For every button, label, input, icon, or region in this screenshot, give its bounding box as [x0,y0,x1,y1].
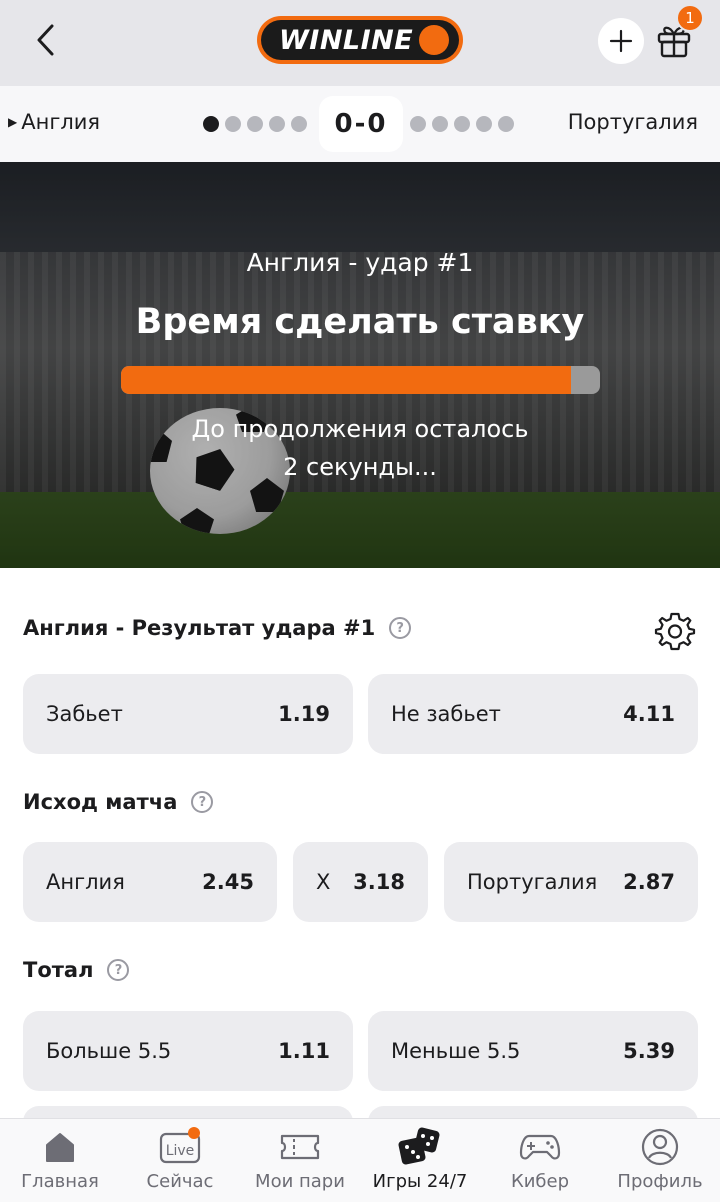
help-icon[interactable]: ? [191,791,214,813]
tab-label: Кибер [510,1171,570,1192]
odd-label: Португалия [467,870,598,894]
odd-button-over[interactable]: Больше 5.5 1.11 [23,1011,353,1091]
countdown-progress-fill [121,366,572,394]
winline-logo[interactable]: WINLINE [257,16,463,64]
back-arrow-icon [37,24,54,56]
kick-dot [454,116,470,132]
countdown-note-line1: До продолжения осталось [191,415,529,443]
kick-dot [410,116,426,132]
odd-value: 4.11 [623,702,675,726]
back-button[interactable] [22,18,70,62]
odd-label: X [316,870,331,894]
kick-subtitle: Англия - удар #1 [246,248,474,277]
kick-dot [291,116,307,132]
tab-games-247[interactable]: Игры 24/7 [360,1119,480,1202]
bottom-tab-bar: Главная Live Сейчас Мои пари Игры 24/7 К… [0,1118,720,1202]
home-team: ▶ Англия [8,110,100,134]
match-score: 0-0 [319,96,403,152]
home-team-name: Англия [21,110,101,134]
odd-value: 2.45 [202,870,254,894]
odd-button-no-score[interactable]: Не забьет 4.11 [368,674,698,754]
kick-dot [225,116,241,132]
kick-dot [432,116,448,132]
away-team-name: Португалия [567,110,698,134]
odd-button-score[interactable]: Забьет 1.19 [23,674,353,754]
odd-button-away-win[interactable]: Португалия 2.87 [444,842,698,922]
logo-dot [419,25,450,55]
gift-badge: 1 [676,4,704,32]
ticket-icon [278,1127,322,1167]
plus-icon [609,29,633,53]
help-icon[interactable]: ? [107,959,130,981]
odd-button-draw[interactable]: X 3.18 [293,842,428,922]
app-header: WINLINE 1 [0,0,720,86]
kick-dot [203,116,219,132]
game-hero: Англия - удар #1 Время сделать ставку До… [0,162,720,568]
odd-value: 5.39 [623,1039,675,1063]
markets-panel: Англия - Результат удара #1 ? Забьет 1.1… [0,568,720,1126]
scoreboard: ▶ Англия 0-0 Португалия [0,86,720,162]
market-title-kick-result: Англия - Результат удара #1 ? [23,616,412,640]
tab-cyber[interactable]: Кибер [480,1119,600,1202]
odd-value: 1.19 [278,702,330,726]
hero-title: Время сделать ставку [135,302,585,342]
kick-dot [269,116,285,132]
tab-label: Профиль [617,1171,703,1192]
odd-button-under[interactable]: Меньше 5.5 5.39 [368,1011,698,1091]
odd-label: Меньше 5.5 [391,1039,521,1063]
odd-label: Забьет [46,702,123,726]
svg-text:Live: Live [166,1143,195,1159]
tab-profile[interactable]: Профиль [600,1119,720,1202]
countdown-progress-bar [121,366,600,394]
countdown-note: До продолжения осталось 2 секунды... [0,410,720,486]
market-title-match-result: Исход матча ? [23,790,214,814]
odd-label: Не забьет [391,702,501,726]
market-title-total: Тотал ? [23,958,130,982]
odd-label: Англия [46,870,125,894]
live-icon: Live [158,1127,202,1167]
tab-label: Сейчас [146,1171,214,1192]
live-notification-dot [188,1127,200,1139]
market-title-text: Англия - Результат удара #1 [23,616,376,640]
countdown-note-line2: 2 секунды... [283,453,437,481]
tab-label: Мои пари [255,1171,345,1192]
home-icon [38,1127,82,1167]
odd-label: Больше 5.5 [46,1039,172,1063]
profile-icon [638,1127,682,1167]
away-kick-dots [410,116,514,132]
help-icon[interactable]: ? [389,617,412,639]
kick-dot [476,116,492,132]
tab-label: Главная [21,1171,99,1192]
add-button[interactable] [598,18,644,64]
kick-dot [247,116,263,132]
logo-text: WINLINE [279,24,414,56]
gamepad-icon [518,1127,562,1167]
dice-icon [398,1127,442,1167]
odd-value: 3.18 [353,870,405,894]
home-kick-dots [203,116,307,132]
tab-home[interactable]: Главная [0,1119,120,1202]
odd-button-home-win[interactable]: Англия 2.45 [23,842,277,922]
serving-indicator-icon: ▶ [8,115,18,129]
tab-label: Игры 24/7 [372,1171,468,1192]
odd-value: 2.87 [623,870,675,894]
tab-my-bets[interactable]: Мои пари [240,1119,360,1202]
tab-live[interactable]: Live Сейчас [120,1119,240,1202]
settings-button[interactable] [652,608,698,654]
odd-value: 1.11 [278,1039,330,1063]
market-title-text: Тотал [23,958,94,982]
hero-overlay [0,162,720,568]
kick-dot [498,116,514,132]
gear-icon [654,612,696,651]
market-title-text: Исход матча [23,790,178,814]
